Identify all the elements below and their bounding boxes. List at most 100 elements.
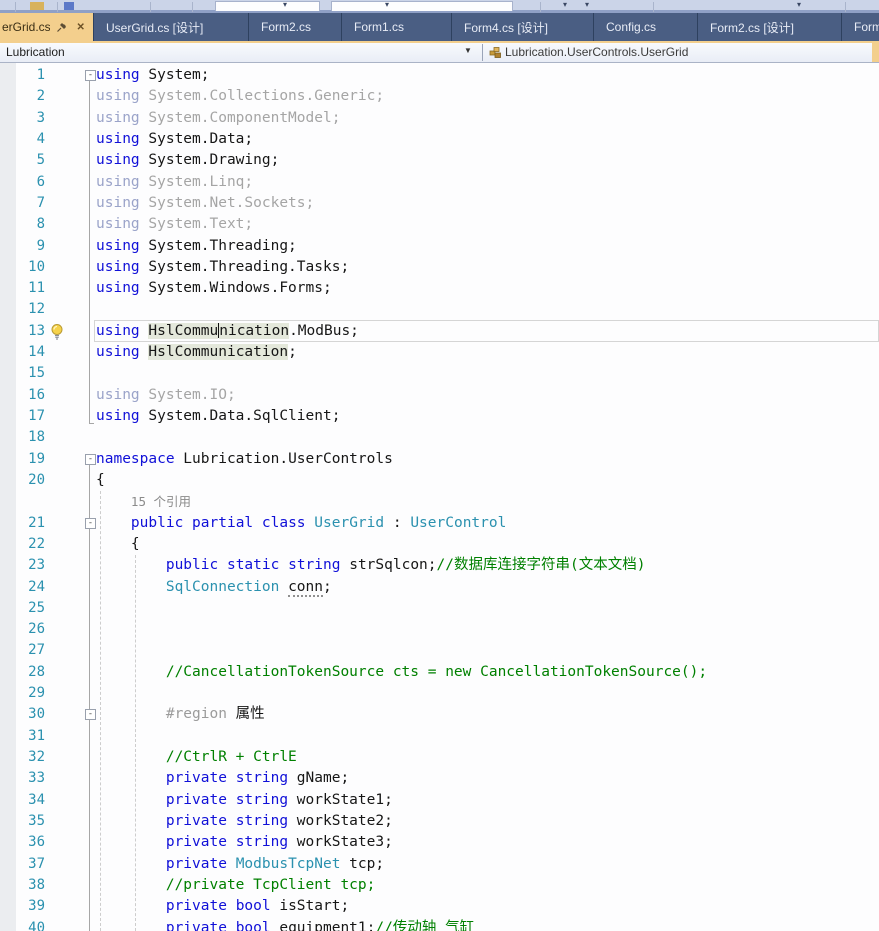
type-breadcrumb-dropdown[interactable]: Lubrication.UserControls.UserGrid <box>505 45 688 59</box>
code-line-37[interactable]: 37 private ModbusTcpNet tcp; <box>0 854 879 875</box>
code-line-33[interactable]: 33 private string gName; <box>0 768 879 789</box>
code-line-18[interactable]: 18 <box>0 427 879 448</box>
code-line-38[interactable]: 38 //private TcpClient tcp; <box>0 875 879 896</box>
line-number: 29 <box>0 683 47 704</box>
code-line-24[interactable]: 24 SqlConnection conn; <box>0 577 879 598</box>
tab-form2-cs[interactable]: Form2.cs <box>249 13 342 41</box>
dropdown-caret-icon[interactable]: ▾ <box>385 0 389 10</box>
toolbar-separator <box>192 2 193 12</box>
code-rows: 1-using System;2using System.Collections… <box>0 65 879 931</box>
code-line-22[interactable]: 22 { <box>0 534 879 555</box>
code-line-15[interactable]: 15 <box>0 363 879 384</box>
codelens-row[interactable]: 15 个引用 <box>0 491 879 512</box>
collapse-box-icon[interactable]: - <box>85 454 96 465</box>
code-line-32[interactable]: 32 //CtrlR + CtrlE <box>0 747 879 768</box>
code-line-12[interactable]: 12 <box>0 299 879 320</box>
code-line-31[interactable]: 31 <box>0 726 879 747</box>
code-line-19[interactable]: 19-namespace Lubrication.UserControls <box>0 449 879 470</box>
code-line-35[interactable]: 35 private string workState2; <box>0 811 879 832</box>
toolbar-combobox[interactable] <box>215 1 320 11</box>
collapse-box-icon[interactable]: - <box>85 709 96 720</box>
code-line-20[interactable]: 20{ <box>0 470 879 491</box>
code-line-16[interactable]: 16using System.IO; <box>0 385 879 406</box>
code-line-7[interactable]: 7using System.Net.Sockets; <box>0 193 879 214</box>
code-token: string <box>236 834 288 850</box>
code-line-17[interactable]: 17using System.Data.SqlClient; <box>0 406 879 427</box>
code-line-10[interactable]: 10using System.Threading.Tasks; <box>0 257 879 278</box>
tab-form4-cs-[interactable]: Form4.cs [设计] <box>452 13 594 41</box>
code-token: namespace <box>96 451 175 467</box>
code-line-6[interactable]: 6using System.Linq; <box>0 172 879 193</box>
tab-form1-cs[interactable]: Form1.cs <box>342 13 452 41</box>
code-line-9[interactable]: 9using System.Threading; <box>0 236 879 257</box>
line-number: 26 <box>0 619 47 640</box>
code-token: SqlConnection <box>166 579 280 595</box>
tab-config-cs[interactable]: Config.cs <box>594 13 698 41</box>
code-token: private <box>166 856 227 872</box>
tab-label: Form2.cs <box>261 20 311 34</box>
code-line-39[interactable]: 39 private bool isStart; <box>0 896 879 917</box>
code-line-5[interactable]: 5using System.Drawing; <box>0 150 879 171</box>
line-number: 32 <box>0 747 47 768</box>
pin-icon[interactable] <box>56 21 69 34</box>
code-token: UserControl <box>410 515 506 531</box>
dropdown-caret-icon[interactable]: ▾ <box>563 0 567 10</box>
code-token: ; <box>288 344 297 360</box>
close-icon[interactable]: ✕ <box>74 21 87 34</box>
code-line-14[interactable]: 14using HslCommunication; <box>0 342 879 363</box>
tab-ergrid-cs[interactable]: erGrid.cs✕ <box>0 13 94 41</box>
code-line-29[interactable]: 29 <box>0 683 879 704</box>
code-line-27[interactable]: 27 <box>0 640 879 661</box>
code-line-13[interactable]: 13using HslCommunication.ModBus; <box>0 321 879 342</box>
code-token: using <box>96 387 140 403</box>
code-token: using <box>96 152 140 168</box>
line-number: 8 <box>0 214 47 235</box>
dropdown-caret-icon[interactable]: ▾ <box>585 0 589 10</box>
line-number: 23 <box>0 555 47 576</box>
tab-form[interactable]: Form <box>842 13 879 41</box>
code-token: System.Threading; <box>140 238 297 254</box>
code-token: ; <box>323 579 332 595</box>
tab-usergrid-cs-[interactable]: UserGrid.cs [设计] <box>94 13 249 41</box>
collapse-box-icon[interactable]: - <box>85 70 96 81</box>
code-line-8[interactable]: 8using System.Text; <box>0 214 879 235</box>
dropdown-caret-icon[interactable]: ▾ <box>797 0 801 10</box>
tab-form2-cs-[interactable]: Form2.cs [设计] <box>698 13 842 41</box>
code-editor[interactable]: 1-using System;2using System.Collections… <box>0 63 879 931</box>
line-number: 14 <box>0 342 47 363</box>
line-number: 40 <box>0 918 47 931</box>
code-line-2[interactable]: 2using System.Collections.Generic; <box>0 86 879 107</box>
code-token: //CtrlR + CtrlE <box>166 749 297 765</box>
code-line-28[interactable]: 28 //CancellationTokenSource cts = new C… <box>0 662 879 683</box>
code-line-25[interactable]: 25 <box>0 598 879 619</box>
save-icon[interactable] <box>64 2 74 10</box>
code-token <box>183 515 192 531</box>
code-token: isStart; <box>271 898 350 914</box>
folder-icon[interactable] <box>30 2 44 10</box>
code-line-1[interactable]: 1-using System; <box>0 65 879 86</box>
code-token: string <box>236 813 288 829</box>
code-token: //数据库连接字符串(文本文档) <box>437 557 646 573</box>
code-token: { <box>96 536 140 552</box>
code-line-34[interactable]: 34 private string workState1; <box>0 790 879 811</box>
line-number: 21 <box>0 513 47 534</box>
toolbar-separator <box>845 2 846 12</box>
dropdown-caret-icon[interactable]: ▾ <box>283 0 287 10</box>
code-line-30[interactable]: 30- #region 属性 <box>0 704 879 725</box>
project-dropdown[interactable]: Lubrication <box>6 45 65 59</box>
code-line-36[interactable]: 36 private string workState3; <box>0 832 879 853</box>
collapse-box-icon[interactable]: - <box>85 518 96 529</box>
code-line-11[interactable]: 11using System.Windows.Forms; <box>0 278 879 299</box>
chevron-down-icon[interactable]: ▼ <box>464 46 472 55</box>
code-token <box>227 920 236 931</box>
code-token: using <box>96 174 140 190</box>
code-line-40[interactable]: 40 private bool equipment1;//传动轴 气缸 <box>0 918 879 931</box>
code-line-21[interactable]: 21- public partial class UserGrid : User… <box>0 513 879 534</box>
toolbar-combobox[interactable] <box>331 1 513 11</box>
line-number: 34 <box>0 790 47 811</box>
code-line-23[interactable]: 23 public static string strSqlcon;//数据库连… <box>0 555 879 576</box>
code-line-26[interactable]: 26 <box>0 619 879 640</box>
lightbulb-icon[interactable] <box>49 323 65 340</box>
code-line-3[interactable]: 3using System.ComponentModel; <box>0 108 879 129</box>
code-line-4[interactable]: 4using System.Data; <box>0 129 879 150</box>
